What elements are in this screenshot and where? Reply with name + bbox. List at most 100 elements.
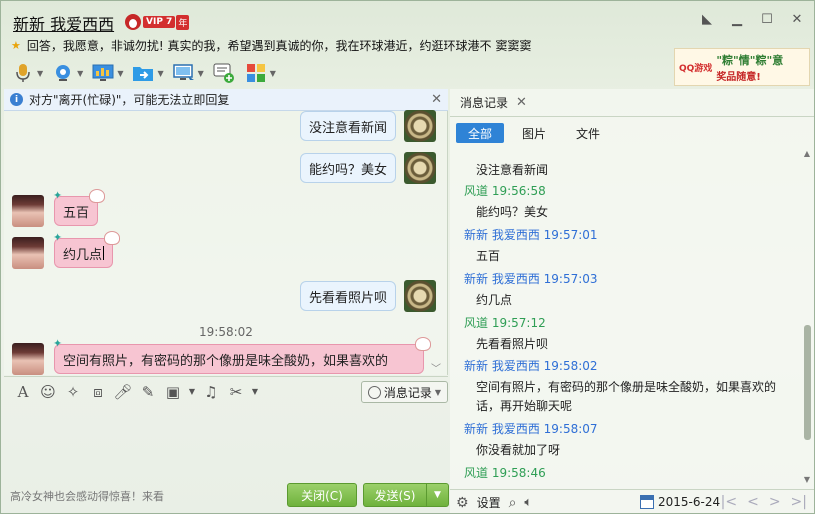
cat-sticker-icon bbox=[104, 231, 121, 245]
scroll-down-icon[interactable]: ﹀ bbox=[431, 360, 441, 375]
microphone-icon bbox=[11, 62, 35, 84]
avatar[interactable] bbox=[404, 152, 437, 184]
close-icon[interactable]: ✕ bbox=[431, 92, 442, 107]
settings-label[interactable]: 设置 bbox=[477, 494, 501, 511]
scroll-thumb[interactable] bbox=[804, 325, 811, 440]
filter-all[interactable]: 全部 bbox=[456, 123, 505, 143]
promo-text[interactable]: 高冷女神也会感动得惊喜！来看 bbox=[10, 488, 164, 504]
history-message: 空间有照片，有密码的那个像册是味全酸奶，如果喜欢的话，再开始聊天呢 bbox=[476, 380, 777, 413]
minimize-icon[interactable]: ▁ bbox=[728, 11, 746, 27]
filter-images[interactable]: 图片 bbox=[510, 123, 558, 143]
history-list[interactable]: 没注意看新闻 风道 19:56:58 能约吗？美女 新新 我爱西西 19:57:01 五… bbox=[450, 147, 800, 485]
ad-banner[interactable]: QQ游戏 "粽"情"粽"意 奖品随意! bbox=[674, 48, 810, 86]
history-scrollbar[interactable]: ▲ ▼ bbox=[801, 147, 813, 485]
vip-badge[interactable]: VIP 7 年 bbox=[125, 14, 190, 30]
chevron-down-icon[interactable]: ▼ bbox=[37, 69, 43, 78]
chevron-down-icon[interactable]: ▼ bbox=[117, 69, 123, 78]
next-page-icon[interactable]: > bbox=[769, 494, 781, 510]
chevron-down-icon[interactable]: ▼ bbox=[157, 69, 163, 78]
history-sender-time: 新新 我爱西西 19:57:03 bbox=[464, 272, 598, 286]
vip-year: 年 bbox=[176, 14, 190, 30]
history-date[interactable]: 2015-6-24 bbox=[640, 495, 720, 509]
prev-page-icon[interactable]: < bbox=[747, 494, 759, 510]
folder-transfer-icon bbox=[131, 62, 155, 84]
close-icon[interactable]: ✕ bbox=[788, 11, 806, 27]
tab-message-history[interactable]: 消息记录 ✕ bbox=[450, 89, 814, 117]
emoji-icon[interactable]: ☺ bbox=[37, 381, 59, 403]
apps-button[interactable]: ▼ bbox=[242, 61, 278, 85]
window-controls: ◣ ▁ ☐ ✕ bbox=[698, 11, 806, 27]
chevron-down-icon[interactable]: ▼ bbox=[270, 69, 276, 78]
cat-sticker-icon bbox=[89, 189, 106, 203]
message-input[interactable] bbox=[4, 407, 448, 481]
history-panel: 消息记录 ✕ 全部 图片 文件 没注意看新闻 风道 19:56:58 能约吗？美女新… bbox=[450, 89, 814, 513]
message-outgoing: 先看看照片呗 bbox=[300, 280, 437, 312]
chevron-down-icon[interactable]: ▼ bbox=[198, 69, 204, 78]
font-icon[interactable]: A bbox=[12, 381, 34, 403]
qq-penguin-icon bbox=[125, 14, 141, 30]
speaker-icon[interactable]: 🔈︎ bbox=[524, 495, 532, 510]
avatar[interactable] bbox=[404, 280, 437, 312]
history-filters: 全部 图片 文件 bbox=[456, 123, 612, 145]
last-page-icon[interactable]: >| bbox=[791, 494, 807, 510]
contact-name[interactable]: 新新 我爱西西 bbox=[13, 11, 114, 35]
send-button[interactable]: 发送(S) ▼ bbox=[363, 483, 449, 507]
text-cursor bbox=[103, 246, 105, 260]
shake-icon[interactable]: ✧ bbox=[62, 381, 84, 403]
message-timestamp: 19:58:02 bbox=[199, 325, 253, 339]
music-icon[interactable]: ♫ bbox=[200, 381, 222, 403]
remote-desktop-button[interactable]: ▼ bbox=[89, 61, 125, 85]
avatar[interactable] bbox=[404, 110, 437, 142]
video-call-button[interactable]: ▼ bbox=[49, 61, 85, 85]
filter-files[interactable]: 文件 bbox=[564, 123, 612, 143]
message-history-button[interactable]: 消息记录 ▼ bbox=[360, 381, 448, 403]
message-text: 约几点 bbox=[63, 247, 103, 263]
scroll-up-icon[interactable]: ▲ bbox=[801, 147, 813, 159]
history-message: 能约吗？美女 bbox=[476, 205, 549, 219]
first-page-icon[interactable]: |< bbox=[721, 494, 737, 510]
chevron-down-icon[interactable]: ▼ bbox=[426, 484, 448, 506]
history-message: 五百 bbox=[476, 249, 501, 263]
leaf-icon: ✦ bbox=[53, 189, 63, 202]
avatar[interactable] bbox=[12, 343, 44, 375]
skin-icon[interactable]: ◣ bbox=[698, 11, 716, 27]
voice-call-button[interactable]: ▼ bbox=[9, 61, 45, 85]
send-file-button[interactable]: ▼ bbox=[129, 61, 165, 85]
chevron-down-icon[interactable]: ▼ bbox=[77, 69, 83, 78]
avatar[interactable] bbox=[12, 195, 44, 227]
chevron-down-icon[interactable]: ▼ bbox=[187, 381, 197, 403]
message-bubble: 没注意看新闻 bbox=[300, 111, 397, 141]
maximize-icon[interactable]: ☐ bbox=[758, 11, 776, 27]
signature-text: 回答，我愿意，非诚勿扰! 真实的我，希望遇到真诚的你，我在环球港近，约逛环球港不… bbox=[26, 39, 532, 53]
cat-sticker-icon bbox=[415, 337, 431, 351]
create-discussion-button[interactable] bbox=[210, 61, 238, 85]
message-bubble: 先看看照片呗 bbox=[300, 281, 397, 311]
close-button[interactable]: 关闭(C) bbox=[287, 483, 357, 507]
avatar[interactable] bbox=[12, 237, 44, 269]
screenshot-icon[interactable]: ✂ bbox=[225, 381, 247, 403]
voice-message-icon[interactable]: 🎤︎ bbox=[112, 381, 134, 403]
chevron-down-icon[interactable]: ▼ bbox=[250, 381, 260, 403]
scroll-down-icon[interactable]: ▼ bbox=[801, 473, 813, 485]
close-icon[interactable]: ✕ bbox=[516, 95, 527, 110]
send-button-label: 发送(S) bbox=[374, 488, 416, 503]
search-icon[interactable]: ⌕ bbox=[509, 495, 517, 511]
doodle-icon[interactable]: ✎ bbox=[137, 381, 159, 403]
history-message: 你没看就加了呀 bbox=[476, 443, 561, 457]
share-screen-button[interactable]: ▼ bbox=[170, 61, 206, 85]
image-icon[interactable]: ▣ bbox=[162, 381, 184, 403]
history-sender-time: 风道 19:56:58 bbox=[464, 184, 546, 198]
history-pager: |< < > >| bbox=[721, 494, 807, 510]
message-incoming: ✦ 约几点 bbox=[12, 231, 121, 269]
input-toolbar: A ☺ ✧ ⧈ 🎤︎ ✎ ▣ ▼ ♫ ✂ ▼ 消息记录 ▼ bbox=[4, 376, 448, 406]
history-button-label: 消息记录 bbox=[383, 385, 432, 400]
away-notice: i 对方"离开(忙碌)"，可能无法立即回复 ✕ bbox=[4, 89, 448, 111]
chat-window: 新新 我爱西西 VIP 7 年 ◣ ▁ ☐ ✕ ★ 回答，我愿意，非诚勿扰! 真… bbox=[0, 0, 815, 514]
ad-text: "粽"情"粽"意 奖品随意! bbox=[716, 52, 783, 83]
leaf-icon: ✦ bbox=[53, 231, 63, 244]
magic-expression-icon[interactable]: ⧈ bbox=[87, 381, 109, 403]
gear-icon[interactable]: ⚙ bbox=[456, 495, 469, 511]
date-text: 2015-6-24 bbox=[658, 495, 721, 509]
ad-line-1: "粽"情"粽"意 bbox=[716, 53, 784, 67]
chat-messages-area[interactable]: i 对方"离开(忙碌)"，可能无法立即回复 ✕ 没注意看新闻 能约吗？美女 ✦ … bbox=[4, 89, 448, 375]
